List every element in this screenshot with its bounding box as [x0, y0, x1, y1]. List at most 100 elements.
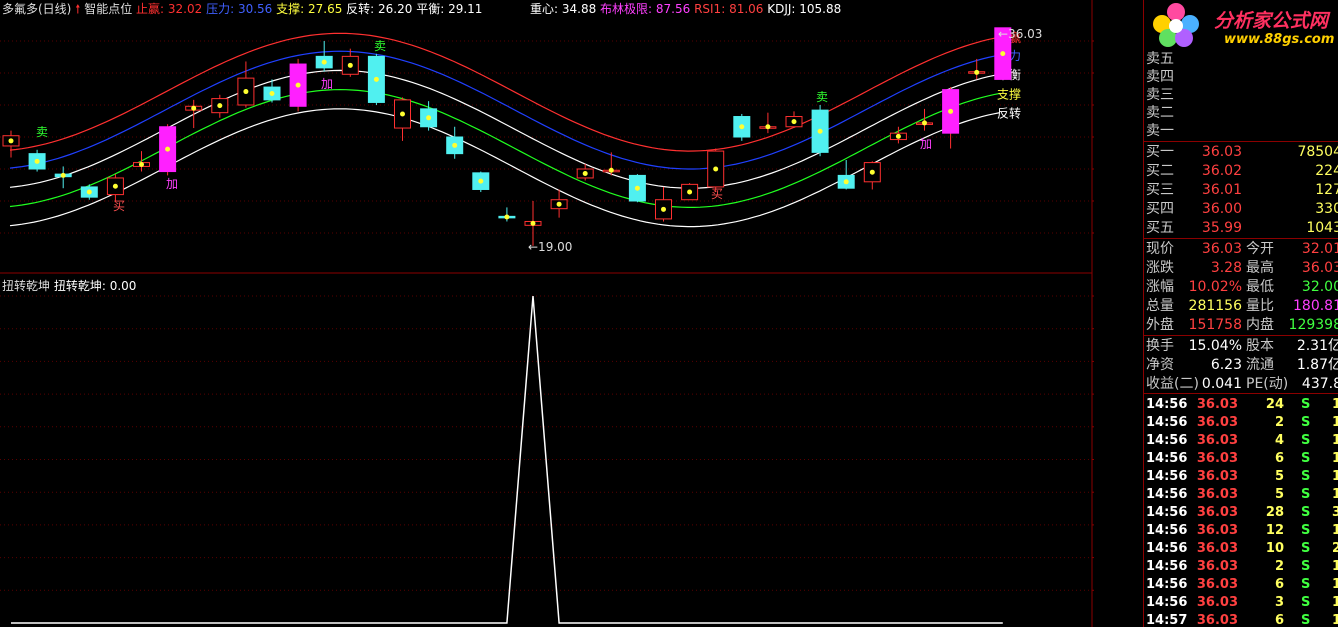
add-marker: 加: [920, 137, 932, 151]
indicator-line: [11, 295, 1003, 624]
cell: 6.23: [1210, 357, 1242, 373]
indicator-label: KDJJ:: [767, 2, 800, 16]
cell: 总量: [1146, 298, 1174, 314]
cell: S: [1301, 595, 1311, 610]
cell: 2: [1274, 415, 1284, 430]
cell: 买五: [1146, 220, 1174, 236]
cell: 224: [1315, 163, 1338, 179]
cell: 卖一: [1146, 123, 1174, 139]
cell: 涨跌: [1146, 260, 1174, 276]
cell: 量比: [1246, 298, 1274, 314]
indicator-value: 34.88: [561, 2, 601, 16]
sub-header: 扭转乾坤 扭转乾坤: 0.00: [2, 279, 137, 293]
cell: 1043: [1306, 220, 1338, 236]
cell: 10.02%: [1188, 279, 1242, 295]
cell: 24: [1265, 397, 1284, 412]
band-label: 反转: [997, 106, 1021, 121]
flower-logo-icon: [1153, 3, 1199, 47]
signal-dot: [1000, 51, 1006, 57]
indicator-values-2: 重心: 34.88 布林极限: 87.56 RSI1: 81.06 KDJJ: …: [530, 0, 841, 17]
cell: 2.31亿: [1296, 338, 1338, 354]
sub-title: 扭转乾坤: [2, 279, 51, 293]
low-label: ←19.00: [528, 240, 572, 254]
cell: 14:56: [1146, 577, 1188, 592]
cell: 卖五: [1146, 51, 1174, 67]
cell: 36.03: [1196, 541, 1238, 556]
cell: 买二: [1146, 163, 1174, 179]
cell: 36.01: [1201, 182, 1242, 198]
cell: 外盘: [1146, 317, 1174, 333]
cell: 1: [1332, 396, 1338, 414]
cell: 129398: [1288, 317, 1338, 333]
cell: 5: [1274, 469, 1284, 484]
signal-dot: [765, 124, 771, 130]
cell: 1: [1332, 468, 1338, 486]
indicator-value: 87.56: [655, 2, 695, 16]
signal-dot: [34, 158, 40, 164]
cell: 14:56: [1146, 541, 1188, 556]
cell: 14:56: [1146, 559, 1188, 574]
signal-dot: [86, 189, 92, 195]
signal-dot: [452, 142, 458, 148]
cell: 最低: [1246, 279, 1274, 295]
cell: 14:56: [1146, 523, 1188, 538]
kline-chart[interactable]: 35.0032.5030.0027.5025.0022.5020.00止赢压力平…: [0, 0, 1094, 627]
separator: [1144, 335, 1338, 336]
cell: 流通: [1246, 357, 1274, 373]
cell: 1.87亿: [1296, 357, 1338, 373]
cell: 14:56: [1146, 505, 1188, 520]
separator: [1144, 238, 1338, 239]
indicator-label: 反转:: [346, 2, 379, 16]
indicator-value: 27.65: [307, 2, 343, 16]
signal-dot: [948, 108, 954, 114]
cell: S: [1301, 577, 1311, 592]
signal-dot: [426, 115, 432, 121]
indicator-value: 30.56: [237, 2, 273, 16]
indicator-value: 81.06: [729, 2, 768, 16]
signal-dot: [739, 124, 745, 130]
cell: 1: [1332, 558, 1338, 576]
band-fanzhuan: [9, 108, 1001, 228]
cell: 14:56: [1146, 397, 1188, 412]
signal-dot: [165, 146, 171, 152]
cell: 36.03: [1196, 505, 1238, 520]
price-header: 多氟多(日线) 🠕 智能点位 止赢: 32.02 压力: 30.56 支撑: 2…: [2, 0, 482, 21]
cell: 0.041: [1201, 376, 1242, 392]
cell: S: [1301, 523, 1311, 538]
signal-dot: [373, 76, 379, 82]
signal-dot: [608, 167, 614, 173]
signal-dot: [321, 59, 327, 65]
cell: 36.00: [1201, 201, 1242, 217]
cell: S: [1301, 433, 1311, 448]
indicator-value: 26.20: [378, 2, 413, 16]
logo-url: www.88gs.com: [1224, 32, 1335, 47]
cell: 36.02: [1201, 163, 1242, 179]
indicator-label: RSI1:: [694, 2, 730, 16]
cell: 4: [1274, 433, 1284, 448]
cell: 买三: [1146, 182, 1174, 198]
cell: 14:56: [1146, 415, 1188, 430]
cell: S: [1301, 397, 1311, 412]
cell: 1: [1332, 594, 1338, 612]
signal-dot: [269, 90, 275, 96]
add-marker: 加: [321, 77, 333, 91]
signal-dot: [478, 178, 484, 184]
cell: S: [1301, 613, 1311, 627]
quote-panel: 分析家公式网 www.88gs.com 卖五 卖四 卖三 卖二 卖一 买一 36.03 785…: [1143, 0, 1338, 627]
signal-dot: [817, 128, 823, 134]
cell: 卖四: [1146, 69, 1174, 85]
indicator-values: 止赢: 32.02 压力: 30.56 支撑: 27.65 反转: 26.20 …: [136, 2, 482, 16]
indicator-value: 32.02: [167, 2, 203, 16]
cell: 6: [1274, 613, 1284, 627]
chart-area[interactable]: 35.0032.5030.0027.5025.0022.5020.00止赢压力平…: [0, 0, 1094, 627]
cell: 14:56: [1146, 469, 1188, 484]
cell: 437.8: [1301, 376, 1338, 392]
stock-name: 多氟多(日线): [2, 2, 72, 16]
cell: 最高: [1246, 260, 1274, 276]
cell: 1: [1332, 612, 1338, 627]
cell: 127: [1315, 182, 1338, 198]
cell: 35.99: [1201, 220, 1242, 236]
signal-dot: [217, 103, 223, 109]
signal-dot: [869, 169, 875, 175]
cell: 2: [1274, 559, 1284, 574]
